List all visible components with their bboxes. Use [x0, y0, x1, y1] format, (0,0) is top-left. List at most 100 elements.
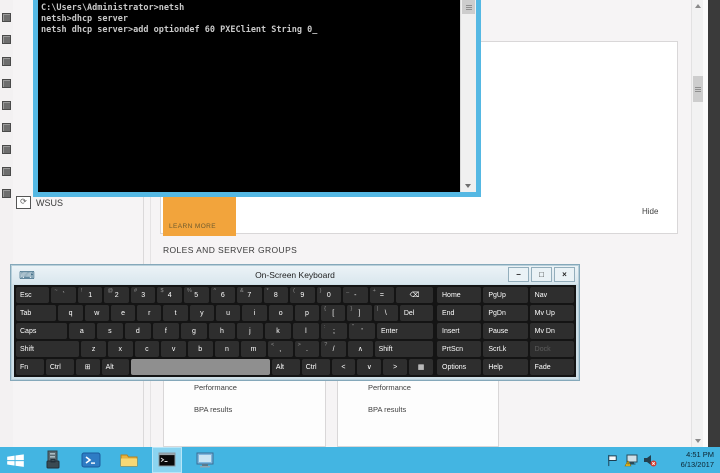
key-v[interactable]: v [161, 341, 186, 357]
tile-row-link[interactable]: BPA results [338, 405, 498, 427]
volume-muted-icon[interactable] [643, 453, 657, 467]
terminal-scrollbar[interactable] [460, 0, 476, 192]
close-button[interactable]: × [554, 267, 575, 282]
taskbar-clock[interactable]: 4:51 PM 6/13/2017 [662, 450, 714, 470]
key-comma[interactable]: <, [268, 341, 293, 357]
minimize-button[interactable]: − [508, 267, 529, 282]
key-9[interactable]: (9 [290, 287, 315, 303]
key-period[interactable]: >. [295, 341, 320, 357]
key-2[interactable]: @2 [104, 287, 129, 303]
scroll-down-icon[interactable] [465, 184, 471, 188]
hide-link[interactable]: Hide [642, 207, 658, 216]
computer-icon[interactable] [190, 447, 220, 473]
osk-title-bar[interactable]: ⌨ On-Screen Keyboard [12, 266, 578, 284]
key-g[interactable]: g [181, 323, 207, 339]
start-button[interactable] [0, 447, 30, 473]
key-menu[interactable]: ▦ [409, 359, 433, 375]
key-mv-dn[interactable]: Mv Dn [530, 323, 574, 339]
key-3[interactable]: #3 [131, 287, 156, 303]
key-x[interactable]: x [108, 341, 133, 357]
key-ctrl-left[interactable]: Ctrl [46, 359, 74, 375]
key-e[interactable]: e [111, 305, 135, 321]
network-warning-icon[interactable] [624, 453, 638, 467]
key-ctrl-right[interactable]: Ctrl [302, 359, 330, 375]
dhcp-icon[interactable] [2, 101, 11, 110]
key-d[interactable]: d [125, 323, 151, 339]
key-y[interactable]: y [190, 305, 214, 321]
ad-ds-icon[interactable] [2, 79, 11, 88]
key-arrow-up[interactable]: ∧ [348, 341, 373, 357]
server-manager-icon[interactable] [38, 447, 68, 473]
key-h[interactable]: h [209, 323, 235, 339]
key-5[interactable]: %5 [184, 287, 209, 303]
key-o[interactable]: o [269, 305, 293, 321]
key-prtscn[interactable]: PrtScn [437, 341, 481, 357]
key-6[interactable]: ^6 [211, 287, 236, 303]
key-pgup[interactable]: PgUp [483, 287, 527, 303]
key-slash[interactable]: ?/ [321, 341, 346, 357]
key-home[interactable]: Home [437, 287, 481, 303]
key-alt-right[interactable]: Alt [272, 359, 300, 375]
key-arrow-right[interactable]: > [383, 359, 407, 375]
dns-icon[interactable] [2, 123, 11, 132]
key-k[interactable]: k [265, 323, 291, 339]
key-8[interactable]: *8 [264, 287, 289, 303]
key-shift-left[interactable]: Shift [16, 341, 79, 357]
key-4[interactable]: $4 [157, 287, 182, 303]
key-1[interactable]: !1 [78, 287, 103, 303]
key-a[interactable]: a [69, 323, 95, 339]
key-w[interactable]: w [85, 305, 109, 321]
key-pgdn[interactable]: PgDn [483, 305, 527, 321]
key-i[interactable]: i [242, 305, 266, 321]
key-quote[interactable]: "' [349, 323, 375, 339]
key-help[interactable]: Help [483, 359, 527, 375]
key-backslash[interactable]: |\ [374, 305, 398, 321]
key-s[interactable]: s [97, 323, 123, 339]
command-prompt-window[interactable]: C:\Users\Administrator>netshnetsh>dhcp s… [33, 0, 481, 197]
key-alt-left[interactable]: Alt [102, 359, 130, 375]
all-servers-icon[interactable] [2, 57, 11, 66]
remote-access-icon[interactable] [2, 189, 11, 198]
key-f[interactable]: f [153, 323, 179, 339]
key-equals[interactable]: += [370, 287, 395, 303]
key-t[interactable]: t [163, 305, 187, 321]
scrollbar-thumb[interactable] [693, 76, 703, 102]
key-nav[interactable]: Nav [530, 287, 574, 303]
key-semicolon[interactable]: :; [321, 323, 347, 339]
key-n[interactable]: n [215, 341, 240, 357]
key-pause[interactable]: Pause [483, 323, 527, 339]
scroll-down-icon[interactable] [695, 439, 701, 443]
key-bracket-right[interactable]: }] [347, 305, 371, 321]
key-enter[interactable]: Enter [377, 323, 433, 339]
tile-row-link[interactable]: BPA results [164, 405, 325, 427]
key-r[interactable]: r [137, 305, 161, 321]
dashboard-icon[interactable] [2, 13, 11, 22]
tile-row-link[interactable]: Performance [338, 383, 498, 405]
key-m[interactable]: m [241, 341, 266, 357]
key-scrlk[interactable]: ScrLk [483, 341, 527, 357]
key-fade[interactable]: Fade [530, 359, 574, 375]
key-del[interactable]: Del [400, 305, 433, 321]
key-bracket-left[interactable]: {[ [321, 305, 345, 321]
key-c[interactable]: c [135, 341, 160, 357]
key-backtick[interactable]: ~` [51, 287, 76, 303]
key-0[interactable]: )0 [317, 287, 342, 303]
key-shift-right[interactable]: Shift [375, 341, 433, 357]
key-p[interactable]: p [295, 305, 319, 321]
maximize-button[interactable]: □ [531, 267, 552, 282]
key-caps[interactable]: Caps [16, 323, 67, 339]
key-end[interactable]: End [437, 305, 481, 321]
key-dock[interactable]: Dock [530, 341, 574, 357]
sidebar-item-wsus[interactable]: ⟳ WSUS [16, 196, 63, 209]
key-tab[interactable]: Tab [16, 305, 56, 321]
key-q[interactable]: q [58, 305, 82, 321]
key-win[interactable]: ⊞ [76, 359, 100, 375]
key-arrow-down[interactable]: ∨ [357, 359, 381, 375]
key-options[interactable]: Options [437, 359, 481, 375]
key-u[interactable]: u [216, 305, 240, 321]
key-mv-up[interactable]: Mv Up [530, 305, 574, 321]
key-j[interactable]: j [237, 323, 263, 339]
key-minus[interactable]: _- [343, 287, 368, 303]
action-center-flag-icon[interactable] [606, 454, 619, 467]
key-7[interactable]: &7 [237, 287, 262, 303]
